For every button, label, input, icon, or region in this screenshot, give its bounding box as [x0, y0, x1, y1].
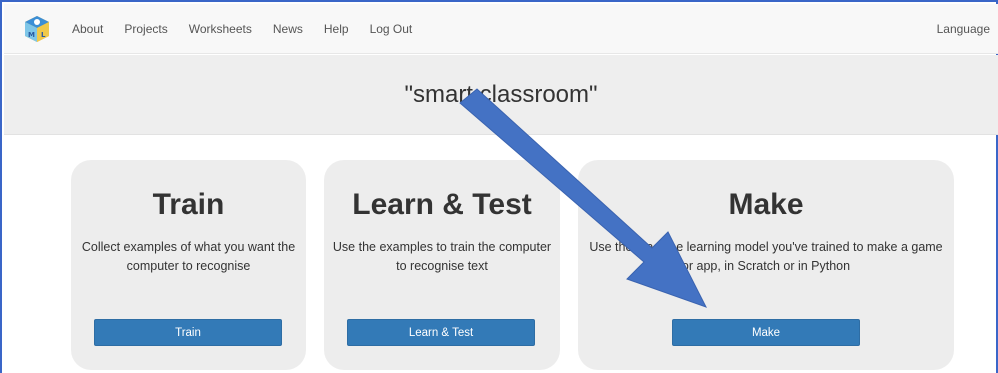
train-card-description: Collect examples of what you want the co… — [81, 240, 296, 273]
make-card-description: Use the machine learning model you've tr… — [589, 240, 943, 273]
top-navbar: M L About Projects Worksheets News Help … — [4, 4, 998, 54]
make-card-title: Make — [728, 188, 804, 221]
learn-test-button[interactable]: Learn & Test — [347, 319, 535, 346]
make-button[interactable]: Make — [672, 319, 860, 346]
ml4k-logo-icon[interactable]: M L — [22, 14, 52, 44]
nav-news[interactable]: News — [273, 22, 303, 36]
project-title: "smart classroom" — [404, 80, 598, 108]
browser-frame: M L About Projects Worksheets News Help … — [0, 0, 998, 373]
train-button[interactable]: Train — [94, 319, 282, 346]
language-menu[interactable]: Language — [937, 4, 990, 54]
learn-test-card-description: Use the examples to train the computer t… — [332, 240, 552, 273]
nav-log-out[interactable]: Log Out — [370, 22, 413, 36]
learn-test-card: Learn & Test Use the examples to train t… — [324, 160, 560, 370]
svg-text:M: M — [28, 31, 35, 39]
learn-test-card-title: Learn & Test — [352, 188, 532, 221]
train-card-title: Train — [152, 188, 225, 221]
svg-text:L: L — [41, 31, 46, 39]
make-card: Make Use the machine learning model you'… — [578, 160, 954, 370]
nav-worksheets[interactable]: Worksheets — [189, 22, 252, 36]
nav-about[interactable]: About — [72, 22, 103, 36]
project-banner: "smart classroom" — [4, 55, 998, 135]
nav-help[interactable]: Help — [324, 22, 349, 36]
train-card: Train Collect examples of what you want … — [71, 160, 306, 370]
nav-projects[interactable]: Projects — [124, 22, 167, 36]
